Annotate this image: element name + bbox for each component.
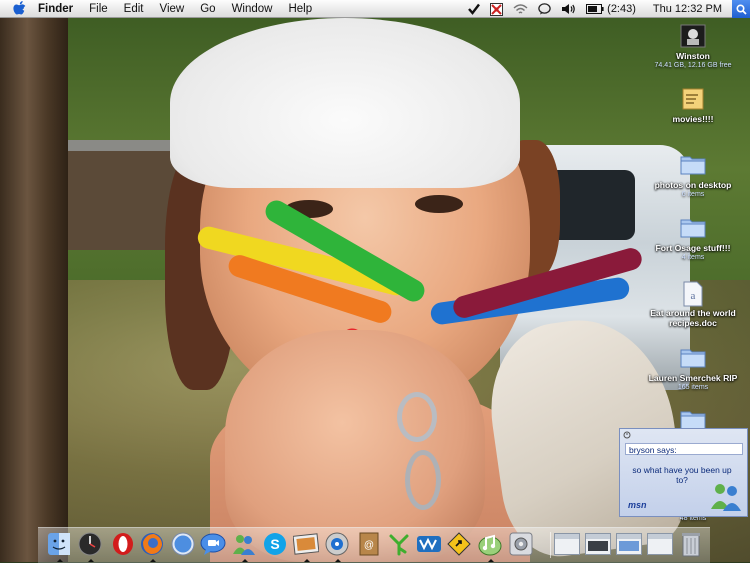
desktop-icon-photos-on-desktop[interactable]: photos on desktop 6 items bbox=[628, 153, 750, 199]
firefox-icon[interactable] bbox=[139, 531, 165, 562]
popup-header bbox=[620, 429, 747, 441]
system-preferences-icon[interactable] bbox=[508, 531, 534, 557]
menu-file[interactable]: File bbox=[81, 0, 116, 18]
msn-sender: bryson says: bbox=[625, 443, 743, 455]
battery-status[interactable]: (2:43) bbox=[586, 3, 636, 15]
svg-text:@: @ bbox=[364, 540, 374, 551]
desktop-icon-info: 165 items bbox=[677, 384, 709, 391]
desktop-icon-label: photos on desktop bbox=[654, 180, 732, 190]
desktop-icon-label: Winston bbox=[676, 51, 710, 61]
warning-sign-icon[interactable] bbox=[446, 531, 472, 557]
msn-logo: msn bbox=[628, 500, 647, 510]
menu-bar: Finder File Edit View Go Window Help (2:… bbox=[0, 0, 750, 18]
msn-messenger-icon[interactable] bbox=[231, 531, 257, 562]
garageband-icon[interactable] bbox=[477, 531, 503, 562]
app-status-icon[interactable] bbox=[490, 2, 504, 16]
desktop-icon-info: 6 items bbox=[681, 191, 705, 198]
desktop-icon-label: movies!!!! bbox=[672, 114, 714, 124]
window-thumbnail-4[interactable] bbox=[647, 533, 673, 555]
menu-window[interactable]: Window bbox=[224, 0, 281, 18]
opera-icon[interactable] bbox=[110, 531, 136, 557]
battery-time: (2:43) bbox=[607, 3, 636, 15]
itunes-icon[interactable] bbox=[324, 531, 350, 562]
chat-bubble-icon[interactable] bbox=[538, 3, 551, 15]
folder-icon bbox=[680, 346, 706, 370]
window-thumbnail-1[interactable] bbox=[554, 533, 580, 555]
desktop-icon-label: Eat around the world recipes.doc bbox=[650, 308, 736, 328]
notes-icon bbox=[680, 87, 706, 111]
menu-edit[interactable]: Edit bbox=[116, 0, 152, 18]
popup-options-icon[interactable] bbox=[623, 431, 631, 439]
desktop-icon-recipes-doc[interactable]: a Eat around the world recipes.doc bbox=[628, 281, 750, 328]
tree-icon[interactable] bbox=[386, 531, 412, 557]
dock: S @ bbox=[38, 527, 710, 563]
desktop-icon-label: Fort Osage stuff!!! bbox=[655, 243, 731, 253]
svg-text:S: S bbox=[270, 536, 279, 552]
menu-help[interactable]: Help bbox=[280, 0, 320, 18]
apple-menu-icon[interactable] bbox=[8, 1, 30, 16]
svg-text:a: a bbox=[691, 290, 696, 302]
hard-drive-icon bbox=[680, 24, 706, 48]
desktop-icon-movies[interactable]: movies!!!! bbox=[628, 87, 750, 124]
window-thumbnail-2[interactable] bbox=[585, 533, 611, 555]
menu-go[interactable]: Go bbox=[192, 0, 223, 18]
skype-icon[interactable]: S bbox=[262, 531, 288, 557]
safari-icon[interactable] bbox=[170, 531, 196, 557]
battery-icon bbox=[586, 4, 604, 14]
window-thumbnail-3[interactable] bbox=[616, 533, 642, 555]
desktop-icon-info: 4 items bbox=[681, 254, 705, 261]
desktop-icon-label: Lauren Smerchek RIP bbox=[648, 373, 738, 383]
app-menu-finder[interactable]: Finder bbox=[30, 0, 81, 18]
wire-icon[interactable] bbox=[416, 531, 442, 557]
menubar-clock[interactable]: Thu 12:32 PM bbox=[653, 3, 722, 15]
spotlight-search-icon[interactable] bbox=[732, 0, 750, 18]
folder-icon bbox=[680, 216, 706, 240]
menubar-status-area: (2:43) Thu 12:32 PM bbox=[463, 0, 750, 18]
iphoto-icon[interactable] bbox=[293, 531, 319, 562]
desktop-icon-winston[interactable]: Winston 74.41 GB, 12.16 GB free bbox=[628, 24, 750, 70]
checkmark-icon[interactable] bbox=[468, 3, 481, 15]
finder-icon[interactable] bbox=[46, 531, 72, 562]
desktop-icon-info: 74.41 GB, 12.16 GB free bbox=[654, 62, 732, 69]
folder-icon bbox=[680, 153, 706, 177]
document-icon: a bbox=[680, 281, 706, 307]
dashboard-icon[interactable] bbox=[77, 531, 103, 562]
ichat-icon[interactable] bbox=[200, 531, 226, 557]
desktop-icon-lauren-smerchek[interactable]: Lauren Smerchek RIP 165 items bbox=[628, 346, 750, 392]
trash-icon[interactable] bbox=[678, 531, 704, 557]
address-book-icon[interactable]: @ bbox=[356, 531, 382, 557]
msn-message-popup[interactable]: bryson says: so what have you been up to… bbox=[619, 428, 748, 517]
menu-view[interactable]: View bbox=[152, 0, 193, 18]
dock-separator bbox=[550, 532, 551, 558]
wifi-icon[interactable] bbox=[513, 3, 528, 15]
desktop-icon-fort-osage[interactable]: Fort Osage stuff!!! 4 items bbox=[628, 216, 750, 262]
msn-buddy-icon bbox=[708, 479, 744, 515]
volume-icon[interactable] bbox=[561, 3, 576, 15]
